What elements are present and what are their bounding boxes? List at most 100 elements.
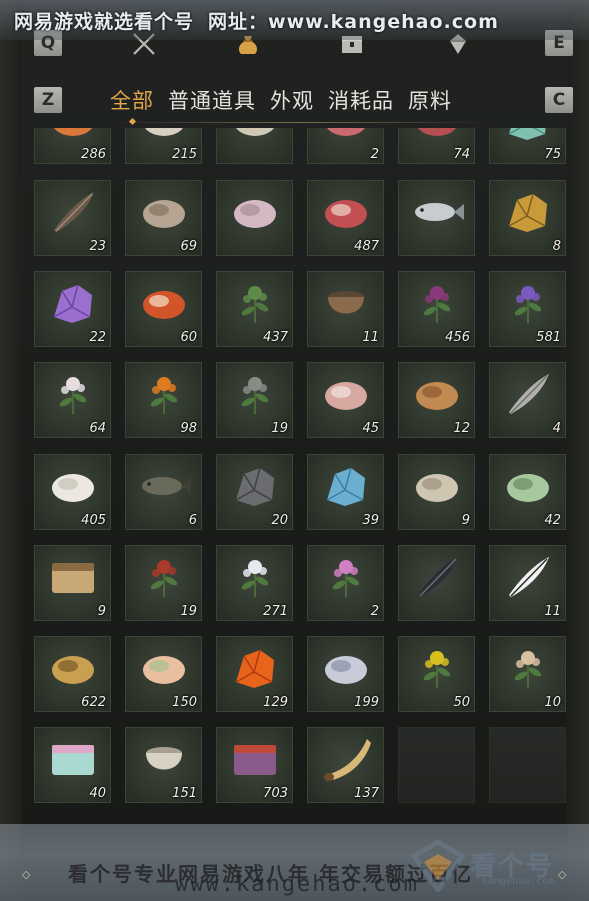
category-tab[interactable]: 全部 [110, 85, 154, 115]
item-quantity: 42 [544, 513, 561, 528]
inventory-slot[interactable]: 74 [398, 128, 475, 164]
inventory-slot[interactable]: 23 [34, 180, 111, 256]
inventory-slot[interactable]: 2 [307, 128, 384, 164]
inventory-slot[interactable] [398, 545, 475, 621]
inventory-slot[interactable]: 20 [216, 454, 293, 530]
amethyst-icon [44, 277, 102, 327]
inventory-slot[interactable]: 151 [125, 727, 202, 803]
watermark-logo: 看个号 kangehao.com [410, 838, 580, 898]
orange-flower-icon [135, 368, 193, 418]
blue-crystal-icon [317, 460, 375, 510]
diamond-ornament-icon: ◇ [22, 868, 31, 881]
inventory-slot[interactable]: 39 [307, 454, 384, 530]
inventory-slot[interactable]: 11 [307, 271, 384, 347]
silver-burst-icon [317, 642, 375, 692]
watermark-url: www.kangehao.com [175, 872, 419, 897]
item-quantity: 151 [172, 786, 197, 801]
item-quantity: 9 [97, 604, 106, 619]
inventory-slot[interactable]: 64 [34, 362, 111, 438]
beef-icon [317, 186, 375, 236]
mortar-icon [317, 277, 375, 327]
white-blossom-icon [44, 368, 102, 418]
ceramic-jar-icon [135, 733, 193, 783]
gift-box-icon [44, 733, 102, 783]
next-category-key[interactable]: C [545, 87, 573, 113]
inventory-slot[interactable]: 215 [125, 128, 202, 164]
inventory-slot[interactable]: 199 [307, 636, 384, 712]
inventory-slot[interactable]: 150 [125, 636, 202, 712]
empty-slot[interactable] [398, 727, 475, 803]
inventory-slot[interactable] [398, 180, 475, 256]
category-bar: Z 全部 普通道具 外观 消耗品 原料 C [0, 84, 589, 116]
inventory-slot[interactable]: 271 [216, 545, 293, 621]
item-quantity: 9 [461, 513, 470, 528]
inventory-slot[interactable]: 703 [216, 727, 293, 803]
item-quantity: 703 [263, 786, 288, 801]
inventory-slot[interactable]: 456 [398, 271, 475, 347]
inventory-slot[interactable]: 405 [34, 454, 111, 530]
inventory-slot[interactable]: 11 [489, 545, 566, 621]
inventory-slot[interactable]: 45 [307, 362, 384, 438]
inventory-slot[interactable]: 137 [307, 727, 384, 803]
quills-icon [499, 368, 557, 418]
item-quantity: 19 [180, 604, 197, 619]
inventory-slot[interactable]: 286 [34, 128, 111, 164]
category-divider [110, 122, 490, 123]
inventory-slot[interactable]: 487 [307, 180, 384, 256]
orange-gem-icon [226, 642, 284, 692]
jade-icon [499, 128, 557, 144]
inventory-slot[interactable]: 42 [489, 454, 566, 530]
paper-meat-icon [317, 368, 375, 418]
category-tab[interactable]: 普通道具 [168, 85, 256, 115]
item-quantity: 60 [180, 330, 197, 345]
inventory-slot[interactable] [216, 180, 293, 256]
inventory-slot[interactable]: 75 [489, 128, 566, 164]
item-quantity: 271 [263, 604, 288, 619]
inventory-slot[interactable]: 9 [398, 454, 475, 530]
item-quantity: 405 [81, 513, 106, 528]
inventory-slot[interactable]: 12 [398, 362, 475, 438]
inventory-slot[interactable]: 581 [489, 271, 566, 347]
category-tab[interactable]: 消耗品 [328, 85, 394, 115]
inventory-slot[interactable]: 437 [216, 271, 293, 347]
black-feather-icon [408, 551, 466, 601]
item-quantity: 456 [445, 330, 470, 345]
item-quantity: 137 [354, 786, 379, 801]
empty-slot[interactable] [489, 727, 566, 803]
mushroom-icon [135, 128, 193, 144]
inventory-slot[interactable]: 19 [216, 362, 293, 438]
item-quantity: 6 [188, 513, 197, 528]
inventory-slot[interactable]: 98 [125, 362, 202, 438]
inventory-slot[interactable]: 622 [34, 636, 111, 712]
item-quantity: 39 [362, 513, 379, 528]
inventory-slot[interactable]: 4 [489, 362, 566, 438]
ginseng-icon [499, 642, 557, 692]
inventory-slot[interactable]: 22 [34, 271, 111, 347]
eggs-icon [226, 128, 284, 144]
inventory-slot[interactable]: 129 [216, 636, 293, 712]
inventory-slot[interactable]: 10 [489, 636, 566, 712]
item-quantity: 11 [544, 604, 561, 619]
inventory-slot[interactable]: 60 [125, 271, 202, 347]
red-twig-icon [135, 551, 193, 601]
item-quantity: 286 [81, 147, 106, 162]
inventory-slot[interactable]: 2 [307, 545, 384, 621]
shield-logo-icon [410, 840, 466, 892]
inventory-slot[interactable]: 6 [125, 454, 202, 530]
inventory-slot[interactable]: 9 [34, 545, 111, 621]
item-quantity: 11 [362, 330, 379, 345]
category-tab[interactable]: 原料 [408, 85, 452, 115]
inventory-slot[interactable] [216, 128, 293, 164]
inventory-slot[interactable]: 8 [489, 180, 566, 256]
inventory-slot[interactable]: 19 [125, 545, 202, 621]
inventory-slot[interactable]: 69 [125, 180, 202, 256]
inventory-slot[interactable]: 40 [34, 727, 111, 803]
inventory-slot[interactable]: 50 [398, 636, 475, 712]
category-tab[interactable]: 外观 [270, 85, 314, 115]
item-quantity: 50 [453, 695, 470, 710]
item-quantity: 75 [544, 147, 561, 162]
prev-category-key[interactable]: Z [34, 87, 62, 113]
fox-tail-icon [499, 551, 557, 601]
feathers-icon [44, 186, 102, 236]
item-quantity: 45 [362, 421, 379, 436]
